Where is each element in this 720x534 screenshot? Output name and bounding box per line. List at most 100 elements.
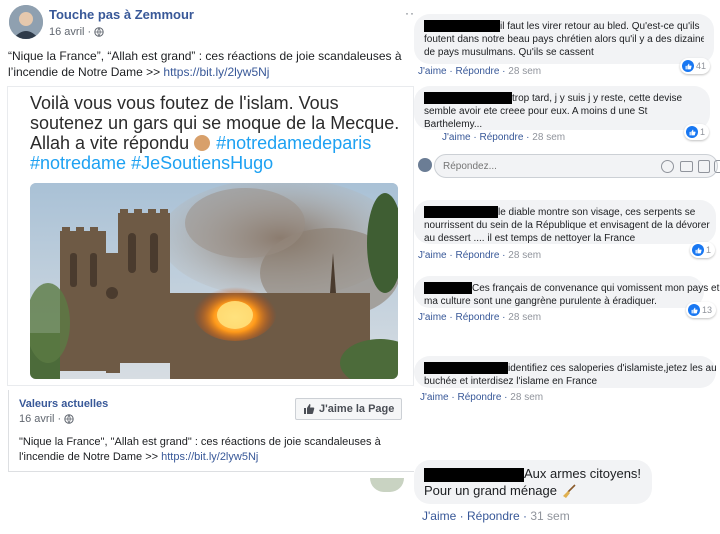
sticker-icon[interactable] xyxy=(714,160,720,173)
reaction-number: 13 xyxy=(702,305,713,315)
comment-line: Pour un grand ménage xyxy=(424,482,642,499)
comment-line: Barthelemy... xyxy=(424,119,483,130)
reply-comment-link[interactable]: Répondre xyxy=(467,509,520,523)
notre-dame-fire-photo xyxy=(30,183,398,379)
comment-text: trop tard, j y suis j y reste, cette dev… xyxy=(512,93,683,104)
shared-post-text-line1: "Nique la France", "Allah est grand" : c… xyxy=(19,436,381,448)
comment-age[interactable]: 28 sem xyxy=(508,66,541,77)
post-caption-line1: “Nique la France”, “Allah est grand” : c… xyxy=(8,49,402,63)
comment-actions: J'aime · Répondre · 28 sem xyxy=(418,66,542,77)
reaction-count[interactable]: 1 xyxy=(690,242,716,258)
reply-comment-link[interactable]: Répondre xyxy=(455,312,499,323)
comment-bubble: Aux armes citoyens! Pour un grand ménage xyxy=(414,460,652,504)
comment-age[interactable]: 28 sem xyxy=(508,250,541,261)
comment-age[interactable]: 31 sem xyxy=(530,509,569,523)
reply-comment-link[interactable]: Répondre xyxy=(455,66,499,77)
camera-icon[interactable] xyxy=(680,161,693,172)
reaction-number: 1 xyxy=(700,127,706,137)
page-name[interactable]: Touche pas à Zemmour xyxy=(49,7,194,22)
post-caption-text: l’incendie de Notre Dame >> xyxy=(8,65,164,79)
comment-bubble: il faut les virer retour au bled. Qu'est… xyxy=(414,14,714,64)
like-page-label: J'aime la Page xyxy=(319,403,395,415)
reply-comment-link[interactable]: Répondre xyxy=(479,132,523,143)
comment-age[interactable]: 28 sem xyxy=(508,312,541,323)
redacted-author xyxy=(424,206,498,219)
meme-line-3-text: Allah a vite répondu xyxy=(30,133,195,153)
post-caption: “Nique la France”, “Allah est grand” : c… xyxy=(8,48,410,80)
comment-line: foutent dans notre beau pays chrétien al… xyxy=(424,34,704,45)
comment-age[interactable]: 28 sem xyxy=(532,132,565,143)
like-comment-link[interactable]: J'aime xyxy=(418,312,447,323)
shared-post-card: Valeurs actuelles 16 avril · J'aime la P… xyxy=(8,390,414,472)
shared-post-date: 16 avril · xyxy=(19,413,74,425)
comment-line: trop tard, j y suis j y reste, cette dev… xyxy=(424,92,700,105)
post-caption-line2: l’incendie de Notre Dame >> https://bit.… xyxy=(8,64,410,80)
comment-line: Aux armes citoyens! xyxy=(424,465,642,482)
comment-bubble: trop tard, j y suis j y reste, cette dev… xyxy=(414,86,710,130)
shared-post-text-line2: l'incendie de Notre Dame >> https://bit.… xyxy=(19,450,409,465)
comment-text: le diable montre son visage, ces serpent… xyxy=(498,207,696,218)
meme-line-1: Voilà vous vous foutez de l'islam. Vous xyxy=(30,93,339,113)
shared-post-text: "Nique la France", "Allah est grand" : c… xyxy=(19,435,409,465)
shared-page-name[interactable]: Valeurs actuelles xyxy=(19,398,108,410)
post-date[interactable]: 16 avril · xyxy=(49,26,91,38)
comment-age[interactable]: 28 sem xyxy=(510,392,543,403)
reaction-number: 41 xyxy=(696,61,707,71)
reaction-count[interactable]: 13 xyxy=(686,302,717,318)
page-avatar-image xyxy=(9,5,43,39)
like-comment-link[interactable]: J'aime xyxy=(442,132,471,143)
meme-caption: Voilà vous vous foutez de l'islam. Vous … xyxy=(30,93,410,173)
globe-icon xyxy=(94,27,104,37)
like-icon xyxy=(692,244,704,256)
clapping-hands-icon xyxy=(194,135,211,151)
page-avatar[interactable] xyxy=(9,5,43,39)
reaction-count[interactable]: 41 xyxy=(680,58,711,74)
comment-line: au dessert .... il est temps de nettoyer… xyxy=(424,233,636,244)
comment-actions: J'aime · Répondre · 28 sem xyxy=(418,312,542,323)
comment-line: ma culture sont une gangrène purulente à… xyxy=(424,296,657,307)
like-comment-link[interactable]: J'aime xyxy=(418,66,447,77)
shared-post-link[interactable]: https://bit.ly/2lyw5Nj xyxy=(161,451,258,463)
user-avatar xyxy=(418,158,432,172)
comment-text: Aux armes citoyens! xyxy=(524,466,642,481)
like-comment-link[interactable]: J'aime xyxy=(420,392,449,403)
comment-line: buchée et interdisez l'islame en France xyxy=(424,376,598,387)
post-meta: 16 avril · xyxy=(49,26,104,38)
reply-input-box[interactable] xyxy=(434,154,720,178)
emoji-icon[interactable] xyxy=(661,160,674,173)
globe-icon xyxy=(64,414,74,424)
comment-text: identifiez ces saloperies d'islamiste,je… xyxy=(508,363,717,374)
reply-comment-link[interactable]: Répondre xyxy=(457,392,501,403)
redacted-author xyxy=(424,362,508,375)
shared-post-date-text[interactable]: 16 avril · xyxy=(19,413,61,425)
comment-bubble: le diable montre son visage, ces serpent… xyxy=(414,200,716,244)
comment-text: Pour un grand ménage xyxy=(424,483,557,498)
meme-line-4: #notredame #JeSoutiensHugo xyxy=(30,153,274,173)
like-comment-link[interactable]: J'aime xyxy=(418,250,447,261)
like-icon xyxy=(682,60,694,72)
redacted-author xyxy=(424,282,472,295)
reply-comment-link[interactable]: Répondre xyxy=(455,250,499,261)
like-page-button[interactable]: J'aime la Page xyxy=(295,398,403,420)
notre-dame-fire-drawing xyxy=(30,183,398,379)
like-icon xyxy=(688,304,700,316)
post-image[interactable]: Voilà vous vous foutez de l'islam. Vous … xyxy=(7,86,414,386)
comment-line: Ces français de convenance qui vomissent… xyxy=(424,282,719,295)
meme-hashtag-notredamedeparis: #notredamedeparis xyxy=(216,133,372,153)
comment-actions: J'aime · Répondre · 31 sem xyxy=(422,509,570,523)
post-caption-link[interactable]: https://bit.ly/2lyw5Nj xyxy=(163,65,269,79)
reply-input[interactable] xyxy=(443,159,633,174)
redacted-author xyxy=(424,467,524,482)
comment-line: il faut les virer retour au bled. Qu'est… xyxy=(424,20,704,33)
comment-bubble: identifiez ces saloperies d'islamiste,je… xyxy=(414,356,717,388)
comment-actions: J'aime · Répondre · 28 sem xyxy=(418,250,542,261)
comment-line: de pays musulmans. Qu'ils se cassent xyxy=(424,47,594,58)
reaction-count[interactable]: 1 xyxy=(684,124,710,140)
like-icon xyxy=(304,404,315,414)
facebook-post: Touche pas à Zemmour 16 avril · ··· “Niq… xyxy=(0,0,419,478)
like-icon xyxy=(686,126,698,138)
comment-line: le diable montre son visage, ces serpent… xyxy=(424,206,706,219)
gif-icon[interactable] xyxy=(698,160,710,173)
like-comment-link[interactable]: J'aime xyxy=(422,509,456,523)
broom-icon xyxy=(562,483,576,498)
